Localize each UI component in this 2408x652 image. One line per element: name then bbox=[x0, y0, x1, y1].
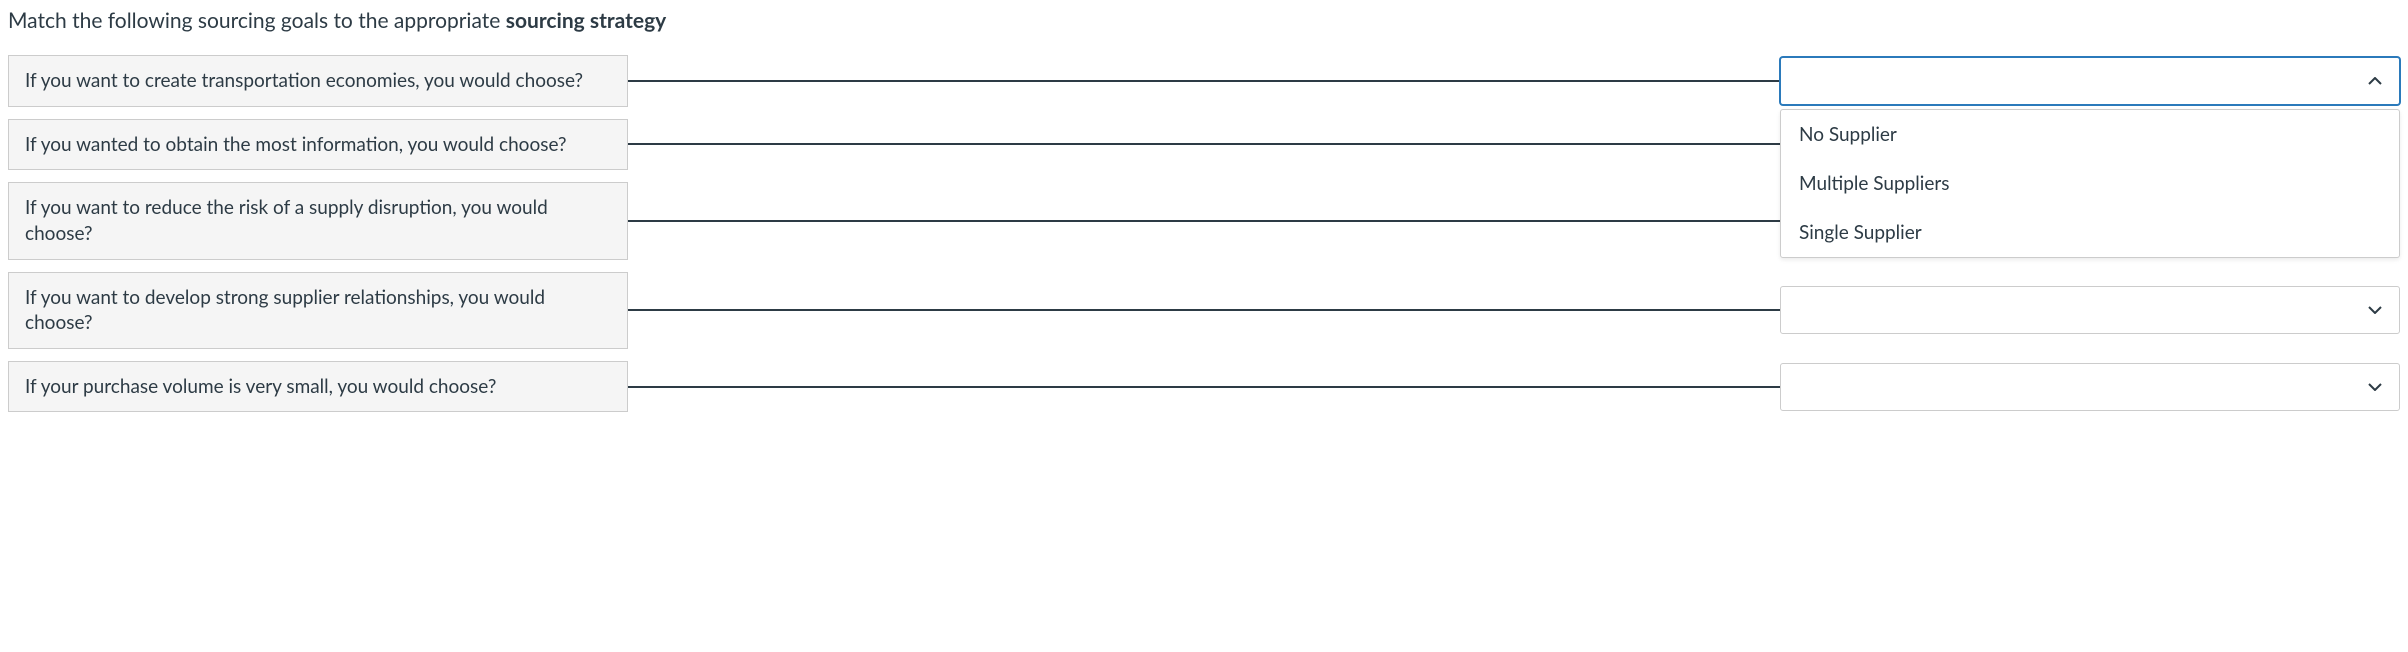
connector-line bbox=[628, 309, 1780, 311]
matching-container: If you want to create transportation eco… bbox=[8, 55, 2400, 412]
dropdown-option[interactable]: No Supplier bbox=[1781, 110, 2399, 159]
dropdown-menu: No Supplier Multiple Suppliers Single Su… bbox=[1780, 109, 2400, 258]
answer-dropdown[interactable] bbox=[1780, 57, 2400, 105]
dropdown-container: No Supplier Multiple Suppliers Single Su… bbox=[1780, 57, 2400, 105]
chevron-up-icon bbox=[2367, 73, 2383, 89]
connector-line bbox=[628, 143, 1780, 145]
question-box: If you wanted to obtain the most informa… bbox=[8, 119, 628, 171]
question-box: If you want to reduce the risk of a supp… bbox=[8, 182, 628, 259]
match-row: If your purchase volume is very small, y… bbox=[8, 361, 2400, 413]
match-row: If you want to develop strong supplier r… bbox=[8, 272, 2400, 349]
question-box: If you want to create transportation eco… bbox=[8, 55, 628, 107]
instruction-prefix: Match the following sourcing goals to th… bbox=[8, 8, 506, 33]
connector-line bbox=[628, 80, 1780, 82]
question-box: If your purchase volume is very small, y… bbox=[8, 361, 628, 413]
connector-line bbox=[628, 386, 1780, 388]
answer-dropdown[interactable] bbox=[1780, 363, 2400, 411]
chevron-down-icon bbox=[2367, 379, 2383, 395]
chevron-down-icon bbox=[2367, 302, 2383, 318]
match-row: If you want to create transportation eco… bbox=[8, 55, 2400, 107]
question-box: If you want to develop strong supplier r… bbox=[8, 272, 628, 349]
dropdown-option[interactable]: Multiple Suppliers bbox=[1781, 159, 2399, 208]
dropdown-container bbox=[1780, 363, 2400, 411]
instruction-text: Match the following sourcing goals to th… bbox=[8, 8, 2400, 33]
dropdown-option[interactable]: Single Supplier bbox=[1781, 208, 2399, 257]
answer-dropdown[interactable] bbox=[1780, 286, 2400, 334]
connector-line bbox=[628, 220, 1780, 222]
dropdown-container bbox=[1780, 286, 2400, 334]
instruction-bold: sourcing strategy bbox=[506, 8, 667, 33]
